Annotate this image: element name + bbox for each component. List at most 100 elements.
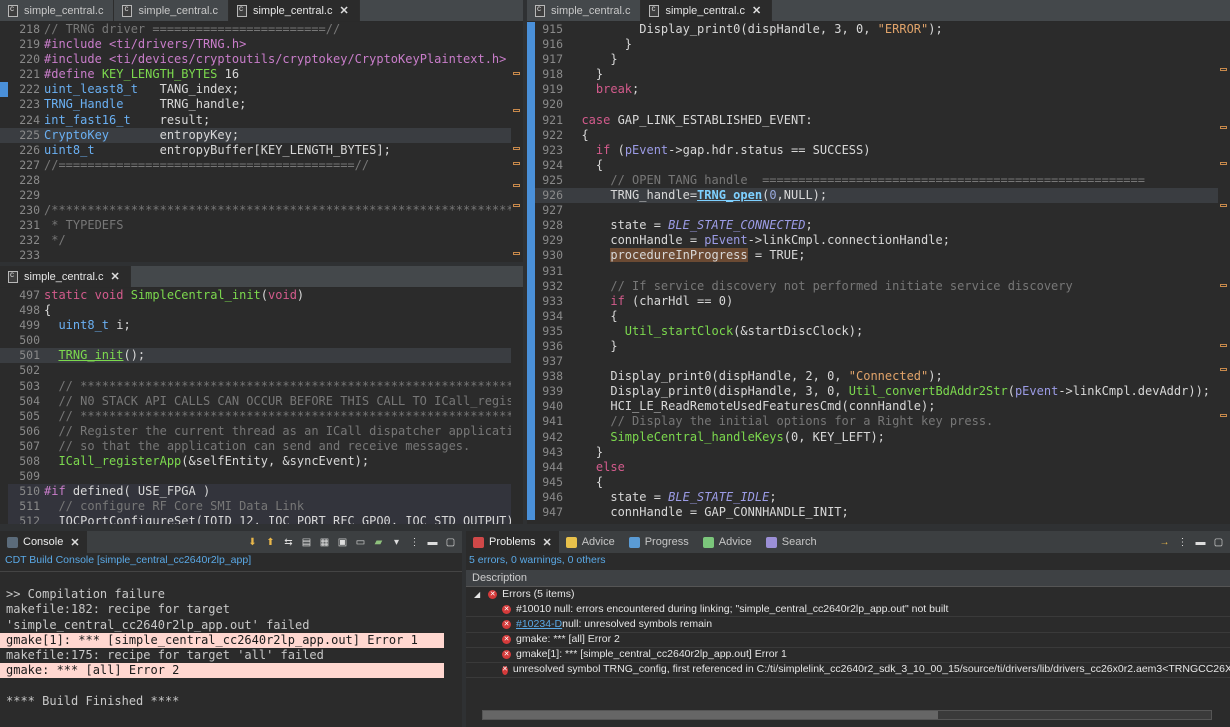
code-line[interactable]: 931 xyxy=(527,263,1230,279)
code-line[interactable]: 231 * TYPEDEFS xyxy=(0,218,523,234)
code-line[interactable]: 922 { xyxy=(527,127,1230,143)
code-line[interactable]: 923 if (pEvent->gap.hdr.status == SUCCES… xyxy=(527,142,1230,158)
code-line[interactable]: 220 #include <ti/devices/cryptoutils/cryp… xyxy=(0,52,523,68)
code-line[interactable]: 940 HCI_LE_ReadRemoteUsedFeaturesCmd(con… xyxy=(527,399,1230,415)
code-line[interactable]: 221 #define KEY_LENGTH_BYTES 16 xyxy=(0,67,523,83)
code-line[interactable]: 223 TRNG_Handle TRNG_handle; xyxy=(0,97,523,113)
problem-id-link[interactable]: #10234-D xyxy=(516,617,562,632)
maximize-icon[interactable]: ▢ xyxy=(1211,535,1226,549)
console-output[interactable]: >> Compilation failure makefile:182: reci… xyxy=(0,571,462,727)
column-header-description[interactable]: Description xyxy=(466,570,1230,587)
tab-advice[interactable]: Advice xyxy=(696,536,759,548)
code-line[interactable]: 925 // OPEN TANG handle ================… xyxy=(527,172,1230,189)
code-line[interactable]: 499 uint8_t i; xyxy=(0,318,523,334)
code-line[interactable]: 933 if (charHdl == 0) xyxy=(527,293,1230,309)
problem-item[interactable]: ✕ #10010 null: errors encountered during … xyxy=(466,602,1230,618)
tab-search[interactable]: Search xyxy=(759,536,824,548)
scrollbar-thumb[interactable] xyxy=(483,711,938,719)
editor-tab[interactable]: simple_central.c ✕ xyxy=(0,266,131,287)
code-line[interactable]: 945 { xyxy=(527,474,1230,490)
code-line[interactable]: 222 uint_least8_t TANG_index; xyxy=(0,82,523,98)
code-line[interactable]: 939 Display_print0(dispHandle, 3, 0, Uti… xyxy=(527,384,1230,400)
editor-tab[interactable]: simple_central.c xyxy=(0,0,115,21)
horizontal-scrollbar[interactable] xyxy=(482,710,1212,720)
code-line[interactable]: 218 // TRNG driver ======================… xyxy=(0,22,523,38)
minimize-icon[interactable]: ▬ xyxy=(1193,535,1208,549)
annotation-marker[interactable] xyxy=(1220,368,1227,371)
code-line[interactable]: 504 // N0 STACK API CALLS CAN OCCUR BEFO… xyxy=(0,393,523,409)
tab-problems[interactable]: Problems ✕ xyxy=(466,531,559,553)
code-line[interactable]: 506 // Register the current thread as an… xyxy=(0,423,523,439)
new-console-icon[interactable]: ▾ xyxy=(389,535,404,549)
close-icon[interactable]: ✕ xyxy=(339,4,348,17)
code-line[interactable]: 509 xyxy=(0,469,523,485)
code-line[interactable]: 502 xyxy=(0,363,523,379)
code-line[interactable]: 946 state = BLE_STATE_IDLE; xyxy=(527,489,1230,505)
close-icon[interactable]: ✕ xyxy=(70,536,79,549)
open-console-icon[interactable]: ▰ xyxy=(371,535,386,549)
annotation-marker[interactable] xyxy=(1220,204,1227,207)
code-line[interactable]: 936 } xyxy=(527,338,1230,355)
clear-console-icon[interactable]: ▤ xyxy=(299,535,314,549)
overview-ruler[interactable] xyxy=(511,288,523,524)
code-line[interactable]: 943 } xyxy=(527,444,1230,460)
annotation-marker[interactable] xyxy=(1220,68,1227,71)
word-wrap-icon[interactable]: ⇆ xyxy=(281,535,296,549)
close-icon[interactable]: ✕ xyxy=(542,536,551,549)
code-line[interactable]: 927 xyxy=(527,203,1230,219)
code-line[interactable]: 921 case GAP_LINK_ESTABLISHED_EVENT: xyxy=(527,112,1230,128)
code-line[interactable]: 498 { xyxy=(0,303,523,319)
code-editor[interactable]: 218 // TRNG driver ======================… xyxy=(0,22,523,262)
arrow-down-icon[interactable]: ⬇ xyxy=(245,535,260,549)
error-group[interactable]: ◢ ✕ Errors (5 items) xyxy=(466,587,1230,602)
code-line[interactable]: 497 static void SimpleCentral_init(void) xyxy=(0,288,523,304)
problem-item[interactable]: ✕ unresolved symbol TRNG_config, first re… xyxy=(466,663,1230,679)
code-line[interactable]: 501 TRNG_init(); xyxy=(0,348,523,364)
code-line[interactable]: 508 ICall_registerApp(&selfEntity, &sync… xyxy=(0,454,523,470)
code-line[interactable]: 230 /************************************… xyxy=(0,203,523,219)
code-line[interactable]: 935 Util_startClock(&startDiscClock); xyxy=(527,323,1230,339)
code-line[interactable]: 916 } xyxy=(527,37,1230,53)
code-line[interactable]: 920 xyxy=(527,97,1230,113)
code-line[interactable]: 938 Display_print0(dispHandle, 2, 0, "Co… xyxy=(527,369,1230,385)
code-line[interactable]: 510 #if defined( USE_FPGA ) xyxy=(0,484,523,500)
editor-tab[interactable]: simple_central.c ✕ xyxy=(228,0,360,21)
tab-advice[interactable]: Advice xyxy=(559,536,622,548)
code-line[interactable]: 919 break; xyxy=(527,82,1230,98)
code-line[interactable]: 934 { xyxy=(527,308,1230,324)
code-line[interactable]: 947 connHandle = GAP_CONNHANDLE_INIT; xyxy=(527,505,1230,521)
code-line[interactable]: 225 CryptoKey entropyKey; xyxy=(0,127,523,143)
code-line[interactable]: 944 else xyxy=(527,459,1230,475)
filter-icon[interactable]: → xyxy=(1157,535,1172,549)
close-icon[interactable]: ✕ xyxy=(752,4,761,17)
tab-console[interactable]: Console ✕ xyxy=(0,531,87,553)
overview-ruler[interactable] xyxy=(1218,22,1230,524)
problem-item[interactable]: ✕ #10234-D null: unresolved symbols remai… xyxy=(466,617,1230,633)
code-line[interactable]: 512 IOCPortConfigureSet(IOID_12, IOC_POR… xyxy=(0,514,523,524)
code-line[interactable]: 941 // Display the initial options for a… xyxy=(527,414,1230,430)
code-line[interactable]: 937 xyxy=(527,354,1230,370)
code-line[interactable]: 924 { xyxy=(527,157,1230,173)
pin-icon[interactable]: ▣ xyxy=(335,535,350,549)
maximize-icon[interactable]: ▢ xyxy=(443,535,458,549)
annotation-marker[interactable] xyxy=(1220,344,1227,347)
problem-item[interactable]: ✕ gmake: *** [all] Error 2 xyxy=(466,633,1230,648)
annotation-marker[interactable] xyxy=(513,204,520,207)
tab-progress[interactable]: Progress xyxy=(622,536,696,548)
annotation-marker[interactable] xyxy=(513,72,520,75)
code-line[interactable]: 932 // If service discovery not performe… xyxy=(527,278,1230,294)
annotation-marker[interactable] xyxy=(1220,414,1227,417)
code-line[interactable]: 930 procedureInProgress = TRUE; xyxy=(527,248,1230,264)
code-line[interactable]: 915 Display_print0(dispHandle, 3, 0, "ER… xyxy=(527,22,1230,38)
code-line[interactable]: 505 // *********************************… xyxy=(0,408,523,424)
annotation-marker[interactable] xyxy=(1220,284,1227,287)
view-menu-icon[interactable]: ⋮ xyxy=(1175,535,1190,549)
scroll-lock-icon[interactable]: ▦ xyxy=(317,535,332,549)
code-line[interactable]: 500 xyxy=(0,333,523,349)
expand-toggle-icon[interactable]: ◢ xyxy=(474,587,480,602)
editor-tab[interactable]: simple_central.c xyxy=(114,0,229,21)
minimize-icon[interactable]: ▬ xyxy=(425,535,440,549)
annotation-marker[interactable] xyxy=(1220,126,1227,129)
code-line[interactable]: 917 } xyxy=(527,52,1230,68)
code-editor[interactable]: 497 static void SimpleCentral_init(void) 4… xyxy=(0,288,523,524)
